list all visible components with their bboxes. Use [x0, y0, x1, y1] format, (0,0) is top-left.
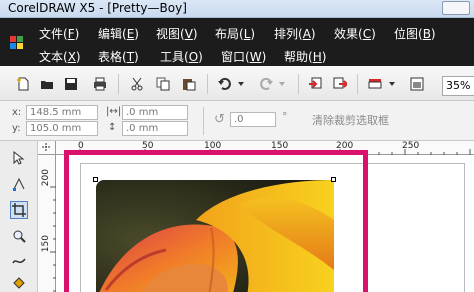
- zoom-level-field[interactable]: 35%: [442, 76, 474, 96]
- vertical-ruler[interactable]: 200 150: [38, 155, 56, 292]
- menu-table[interactable]: 表格(T): [98, 48, 139, 65]
- cut-icon[interactable]: [128, 75, 146, 93]
- rotation-icon: ↺: [214, 112, 225, 127]
- window-title: CorelDRAW X5 - [Pretty—Boy]: [8, 1, 187, 15]
- x-position-field[interactable]: 148.5 mm: [26, 105, 98, 120]
- toolbar-separator: [207, 74, 208, 94]
- menu-layout[interactable]: 布局(L): [215, 25, 255, 42]
- shape-tool-icon[interactable]: [10, 175, 28, 193]
- menu-arrange[interactable]: 排列(A): [274, 25, 316, 42]
- import-icon[interactable]: [306, 75, 324, 93]
- height-field[interactable]: .0 mm: [122, 121, 188, 136]
- width-field[interactable]: .0 mm: [122, 105, 188, 120]
- menu-help[interactable]: 帮助(H): [284, 48, 326, 65]
- propbar-separator: [203, 107, 204, 135]
- save-icon[interactable]: [62, 75, 80, 93]
- launcher-dropdown-icon[interactable]: [383, 75, 401, 93]
- height-icon: ↕: [108, 122, 117, 133]
- highlight-annotation-box: [64, 150, 368, 292]
- application-launcher-icon[interactable]: [366, 75, 384, 93]
- x-label: x:: [12, 107, 22, 118]
- document-control-icon[interactable]: [10, 36, 24, 50]
- undo-dropdown-icon[interactable]: [232, 75, 250, 93]
- welcome-screen-icon[interactable]: [408, 75, 426, 93]
- crop-tool-icon[interactable]: [10, 201, 28, 219]
- smart-fill-icon[interactable]: [10, 273, 28, 291]
- menu-bar: 文件(F) 编辑(E) 视图(V) 布局(L) 排列(A) 效果(C) 位图(B…: [0, 18, 474, 66]
- degree-unit: °: [282, 110, 288, 123]
- menu-window[interactable]: 窗口(W): [221, 48, 266, 65]
- redo-dropdown-icon[interactable]: [273, 75, 291, 93]
- toolbar-separator: [357, 74, 358, 94]
- y-position-field[interactable]: 105.0 mm: [26, 121, 98, 136]
- freehand-tool-icon[interactable]: [10, 251, 28, 269]
- pick-tool-icon[interactable]: [10, 149, 28, 167]
- paste-icon[interactable]: [180, 75, 198, 93]
- zoom-tool-icon[interactable]: [10, 227, 28, 245]
- property-bar: x: y: 148.5 mm 105.0 mm |↔| ↕ .0 mm .0 m…: [0, 101, 474, 141]
- clear-crop-marquee-button[interactable]: 清除裁剪选取框: [312, 112, 389, 128]
- window-close-button[interactable]: [442, 1, 470, 15]
- menu-bitmaps[interactable]: 位图(B): [394, 25, 436, 42]
- new-document-icon[interactable]: [14, 75, 32, 93]
- y-label: y:: [12, 123, 21, 134]
- print-icon[interactable]: [91, 75, 109, 93]
- toolbar-separator: [298, 74, 299, 94]
- toolbar-separator: [118, 74, 119, 94]
- open-icon[interactable]: [38, 75, 56, 93]
- standard-toolbar: [0, 66, 474, 101]
- menu-effects[interactable]: 效果(C): [334, 25, 376, 42]
- menu-text[interactable]: 文本(X): [39, 48, 81, 65]
- ruler-origin[interactable]: [38, 141, 56, 155]
- menu-file[interactable]: 文件(F): [39, 25, 79, 42]
- rotation-angle-field[interactable]: .0: [230, 112, 276, 127]
- menu-edit[interactable]: 编辑(E): [98, 25, 139, 42]
- copy-icon[interactable]: [154, 75, 172, 93]
- export-icon[interactable]: [331, 75, 349, 93]
- menu-tools[interactable]: 工具(O): [160, 48, 203, 65]
- toolbox: [0, 141, 38, 292]
- title-bar: CorelDRAW X5 - [Pretty—Boy]: [0, 0, 474, 18]
- menu-view[interactable]: 视图(V): [156, 25, 198, 42]
- width-icon: |↔|: [106, 106, 122, 117]
